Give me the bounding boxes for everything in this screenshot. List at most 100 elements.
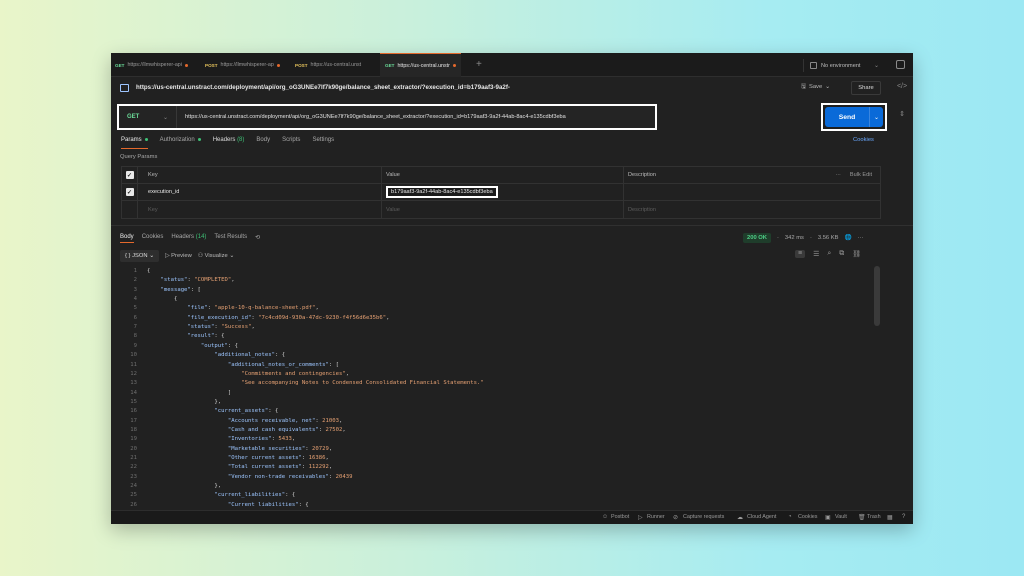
param-value[interactable]: b179aaf3-9a2f-44ab-8ac4-e135cdbf3eba — [386, 186, 498, 198]
postbot-button[interactable]: Postbot — [611, 514, 629, 520]
tab-params[interactable]: Params — [121, 137, 148, 149]
param-key[interactable]: execution_id — [138, 184, 382, 200]
code-snippet-icon[interactable]: </> — [896, 83, 908, 90]
cloud-agent-button[interactable]: Cloud Agent — [747, 514, 776, 520]
help-icon[interactable]: ? — [902, 514, 905, 520]
tab-label: https://llmwhisperer-api — [127, 62, 182, 68]
cookies-link[interactable]: Cookies — [853, 137, 874, 143]
line-number: 13 — [130, 380, 137, 387]
status-badge[interactable]: 200 OK — [743, 233, 771, 243]
tab-authorization-label: Authorization — [159, 137, 195, 143]
layout-icon[interactable]: ▦ — [887, 514, 893, 521]
share-button[interactable]: Share — [851, 81, 881, 95]
line-number: 14 — [130, 389, 137, 396]
new-value-input[interactable]: Value — [382, 201, 624, 218]
method-selector[interactable]: GET ⌄ — [119, 106, 177, 128]
search-icon[interactable]: ⌕ — [827, 250, 831, 258]
format-selector[interactable]: { } JSON ⌄ — [120, 250, 160, 262]
chevron-down-icon: ⌄ — [229, 253, 235, 259]
code-line: ] — [147, 390, 231, 396]
line-number: 20 — [130, 445, 137, 452]
code-token: "Success" — [221, 324, 252, 331]
code-token: 21003 — [322, 417, 339, 424]
response-size[interactable]: 3.56 KB — [818, 235, 839, 241]
tab-response-body[interactable]: Body — [120, 234, 134, 243]
tab-response-headers[interactable]: Headers (14) — [171, 234, 206, 243]
tab-1[interactable]: GET https://llmwhisperer-api — [115, 53, 188, 77]
tab-3[interactable]: POST https://us-central.unst — [295, 53, 361, 77]
environment-selector[interactable]: No environment ⌄ — [803, 59, 883, 72]
capture-requests-button[interactable]: Capture requests — [683, 514, 724, 520]
tab-4-active[interactable]: GET https://us-central.unstr — [380, 53, 461, 77]
code-line: "Total current assets": 112292, — [147, 464, 332, 470]
code-line: "message": [ — [147, 287, 200, 293]
select-all-checkbox[interactable]: ✓ — [125, 171, 134, 179]
code-line: { — [147, 296, 177, 302]
tab-body[interactable]: Body — [256, 137, 270, 149]
link-icon[interactable]: ⛓ — [852, 250, 861, 258]
chevron-down-icon: ⌄ — [162, 114, 168, 121]
more-options-icon[interactable]: ··· — [858, 235, 864, 241]
divider — [111, 225, 913, 226]
new-tab-plus-icon[interactable]: + — [476, 59, 482, 70]
code-line: "file": "apple-10-q-balance-sheet.pdf", — [147, 305, 318, 311]
tab-test-results[interactable]: Test Results — [214, 234, 247, 243]
code-token: "current_liabilities" — [214, 492, 286, 499]
tab-2[interactable]: POST https://llmwhisperer-ap — [205, 53, 280, 77]
code-token: "status" — [187, 324, 215, 331]
vault-button[interactable]: Vault — [835, 514, 847, 520]
copy-icon[interactable]: ⧉ — [839, 250, 844, 258]
line-number: 6 — [133, 314, 137, 321]
history-icon[interactable]: ⟲ — [255, 234, 260, 243]
preview-button[interactable]: ▷ Preview — [165, 253, 192, 259]
tab-authorization[interactable]: Authorization — [160, 137, 201, 149]
trash-button[interactable]: Trash — [867, 514, 881, 520]
new-key-input[interactable]: Key — [138, 201, 382, 218]
cookies-button[interactable]: Cookies — [798, 514, 817, 520]
save-button[interactable]: 🖫 Save ⌄ — [801, 82, 830, 92]
line-number: 25 — [130, 492, 137, 499]
filter-icon[interactable]: ☰ — [813, 250, 819, 258]
column-header-key: Key — [138, 167, 382, 183]
runner-button[interactable]: Runner — [647, 514, 665, 520]
visualize-button[interactable]: ⚇ Visualize ⌄ — [198, 253, 234, 259]
code-token: "Marketable securities" — [227, 445, 306, 452]
code-line: "current_assets": { — [147, 408, 278, 414]
table-header-row: ✓ Key Value Description ··· Bulk Edit — [122, 167, 880, 184]
more-options-icon[interactable]: ··· — [835, 172, 841, 178]
line-number: 26 — [130, 501, 137, 508]
url-input[interactable]: https://us-central.unstract.com/deployme… — [177, 114, 566, 120]
environment-quick-look-icon[interactable] — [896, 60, 905, 69]
new-description-input[interactable]: Description — [624, 201, 880, 218]
response-body-code[interactable]: 1{2 "status": "COMPLETED", 3 "message": [… — [111, 266, 913, 510]
globe-icon[interactable]: 🌐 — [845, 235, 852, 241]
scrollbar[interactable] — [874, 266, 880, 326]
code-token: , — [231, 277, 235, 284]
send-button[interactable]: Send ⌄ — [825, 107, 883, 127]
code-token: : { — [268, 408, 279, 415]
line-number: 9 — [133, 342, 137, 349]
code-token: 5433 — [278, 436, 292, 443]
tab-label: https://llmwhisperer-ap — [220, 62, 274, 68]
tab-scripts[interactable]: Scripts — [282, 137, 300, 149]
param-enabled-checkbox[interactable]: ✓ — [125, 188, 134, 196]
expand-icon[interactable]: ⇕ — [896, 110, 908, 118]
tab-headers[interactable]: Headers (8) — [213, 137, 245, 149]
line-number: 21 — [130, 455, 137, 461]
tab-settings[interactable]: Settings — [312, 137, 334, 149]
request-tabs: Params Authorization Headers (8) Body Sc… — [121, 137, 334, 149]
bulk-edit-link[interactable]: Bulk Edit — [850, 172, 872, 178]
code-line: }, — [147, 399, 221, 405]
send-options-chevron-icon[interactable]: ⌄ — [869, 107, 883, 127]
tab-response-cookies[interactable]: Cookies — [142, 234, 164, 243]
response-time[interactable]: 342 ms — [785, 235, 804, 241]
code-token: "COMPLETED" — [194, 277, 232, 284]
save-icon: 🖫 — [801, 84, 806, 90]
line-number: 15 — [130, 398, 137, 405]
param-description[interactable] — [624, 184, 880, 200]
wrap-lines-icon[interactable]: ≡ — [795, 250, 806, 258]
